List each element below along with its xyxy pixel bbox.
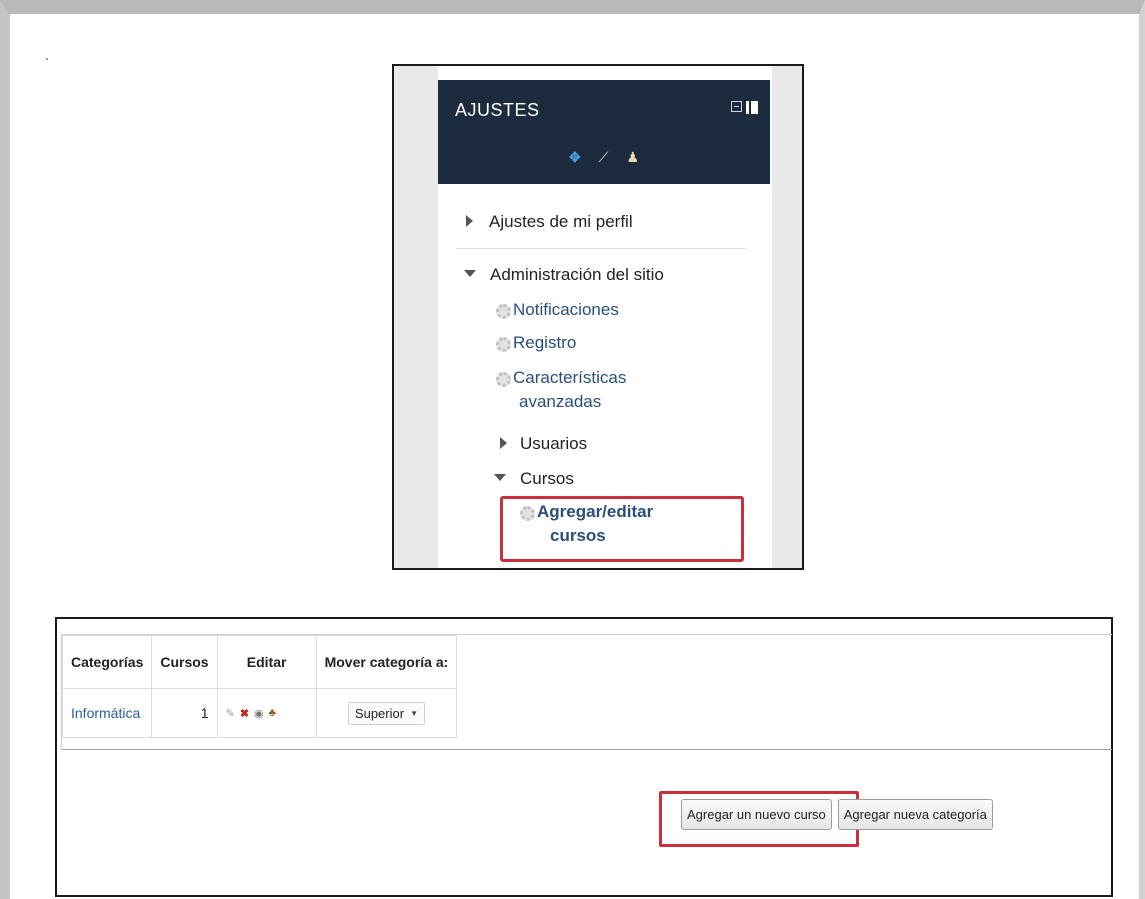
move-icon[interactable]: ✥ bbox=[569, 149, 581, 165]
delete-icon[interactable]: ✖ bbox=[240, 707, 249, 720]
tree-item-users[interactable]: Usuarios bbox=[500, 434, 587, 454]
categories-screenshot: Categorías Cursos Editar Mover categoría… bbox=[55, 617, 1113, 897]
eye-icon[interactable]: ◉ bbox=[254, 707, 264, 720]
dock-icon[interactable] bbox=[746, 101, 758, 114]
document-frame: AJUSTES ✥ ⟋ ♟ Ajustes de mi perfil Admin… bbox=[0, 0, 1145, 899]
settings-header: AJUSTES ✥ ⟋ ♟ bbox=[438, 80, 770, 184]
tree-item-profile-settings[interactable]: Ajustes de mi perfil bbox=[466, 212, 633, 232]
header-courses: Cursos bbox=[151, 635, 218, 689]
course-count: 1 bbox=[151, 688, 218, 738]
user-icon[interactable]: ♟ bbox=[626, 149, 639, 165]
expand-arrow-icon[interactable] bbox=[500, 437, 507, 449]
collapse-arrow-icon[interactable] bbox=[494, 474, 506, 481]
header-categories: Categorías bbox=[61, 635, 153, 689]
tree-item-notifications[interactable]: Notificaciones bbox=[496, 300, 619, 320]
role-icon[interactable]: ♣ bbox=[269, 707, 276, 719]
add-category-button[interactable]: Agregar nueva categoría bbox=[837, 799, 993, 830]
pencil-icon[interactable]: ✎ bbox=[226, 707, 235, 720]
chevron-down-icon: ▼ bbox=[410, 708, 418, 718]
wrench-icon[interactable]: ⟋ bbox=[599, 149, 609, 165]
category-link[interactable]: Informática bbox=[71, 705, 140, 721]
tree-link-label[interactable]: Notificaciones bbox=[513, 300, 619, 320]
categories-table: Categorías Cursos Editar Mover categoría… bbox=[61, 635, 458, 738]
tree-item-label: Cursos bbox=[520, 469, 574, 488]
categories-table-wrap: Categorías Cursos Editar Mover categoría… bbox=[61, 634, 1112, 750]
gear-icon bbox=[496, 372, 511, 387]
tree-item-site-admin[interactable]: Administración del sitio bbox=[464, 265, 664, 285]
right-gutter bbox=[772, 66, 802, 568]
highlight-box bbox=[500, 496, 744, 562]
collapse-icon[interactable] bbox=[731, 101, 742, 112]
header-icons: ✥ ⟋ ♟ bbox=[438, 149, 770, 165]
move-category-select[interactable]: Superior ▼ bbox=[347, 701, 425, 725]
gear-icon bbox=[496, 304, 511, 319]
select-value: Superior bbox=[354, 705, 405, 721]
tree-link-label[interactable]: Características bbox=[513, 368, 626, 388]
tree-item-label: Ajustes de mi perfil bbox=[489, 212, 633, 231]
add-course-button[interactable]: Agregar un nuevo curso bbox=[681, 799, 832, 830]
stray-dot bbox=[46, 58, 48, 60]
tree-item-advanced-features[interactable]: Características avanzadas bbox=[496, 368, 626, 412]
collapse-arrow-icon[interactable] bbox=[464, 270, 476, 277]
header-move-category: Mover categoría a: bbox=[315, 635, 458, 689]
expand-arrow-icon[interactable] bbox=[466, 215, 473, 227]
tree-link-label[interactable]: Registro bbox=[513, 333, 576, 353]
left-gutter bbox=[394, 66, 438, 568]
tree-item-label: Usuarios bbox=[520, 434, 588, 453]
settings-title: AJUSTES bbox=[455, 100, 540, 120]
settings-block-screenshot: AJUSTES ✥ ⟋ ♟ Ajustes de mi perfil Admin… bbox=[392, 64, 804, 570]
tree-item-label: Administración del sitio bbox=[490, 265, 664, 284]
tree-link-label-cont[interactable]: avanzadas bbox=[519, 392, 601, 412]
tree-item-registration[interactable]: Registro bbox=[496, 333, 576, 353]
tree-divider bbox=[456, 248, 746, 249]
header-edit: Editar bbox=[216, 635, 317, 689]
action-buttons: Agregar un nuevo curso Agregar nueva cat… bbox=[681, 799, 993, 830]
edit-icons: ✎ ✖ ◉ ♣ bbox=[226, 707, 308, 720]
tree-item-courses[interactable]: Cursos bbox=[494, 469, 574, 489]
table-row: Informática 1 ✎ ✖ ◉ ♣ Superior ▼ bbox=[61, 688, 458, 738]
block-controls bbox=[731, 101, 758, 114]
gear-icon bbox=[496, 337, 511, 352]
